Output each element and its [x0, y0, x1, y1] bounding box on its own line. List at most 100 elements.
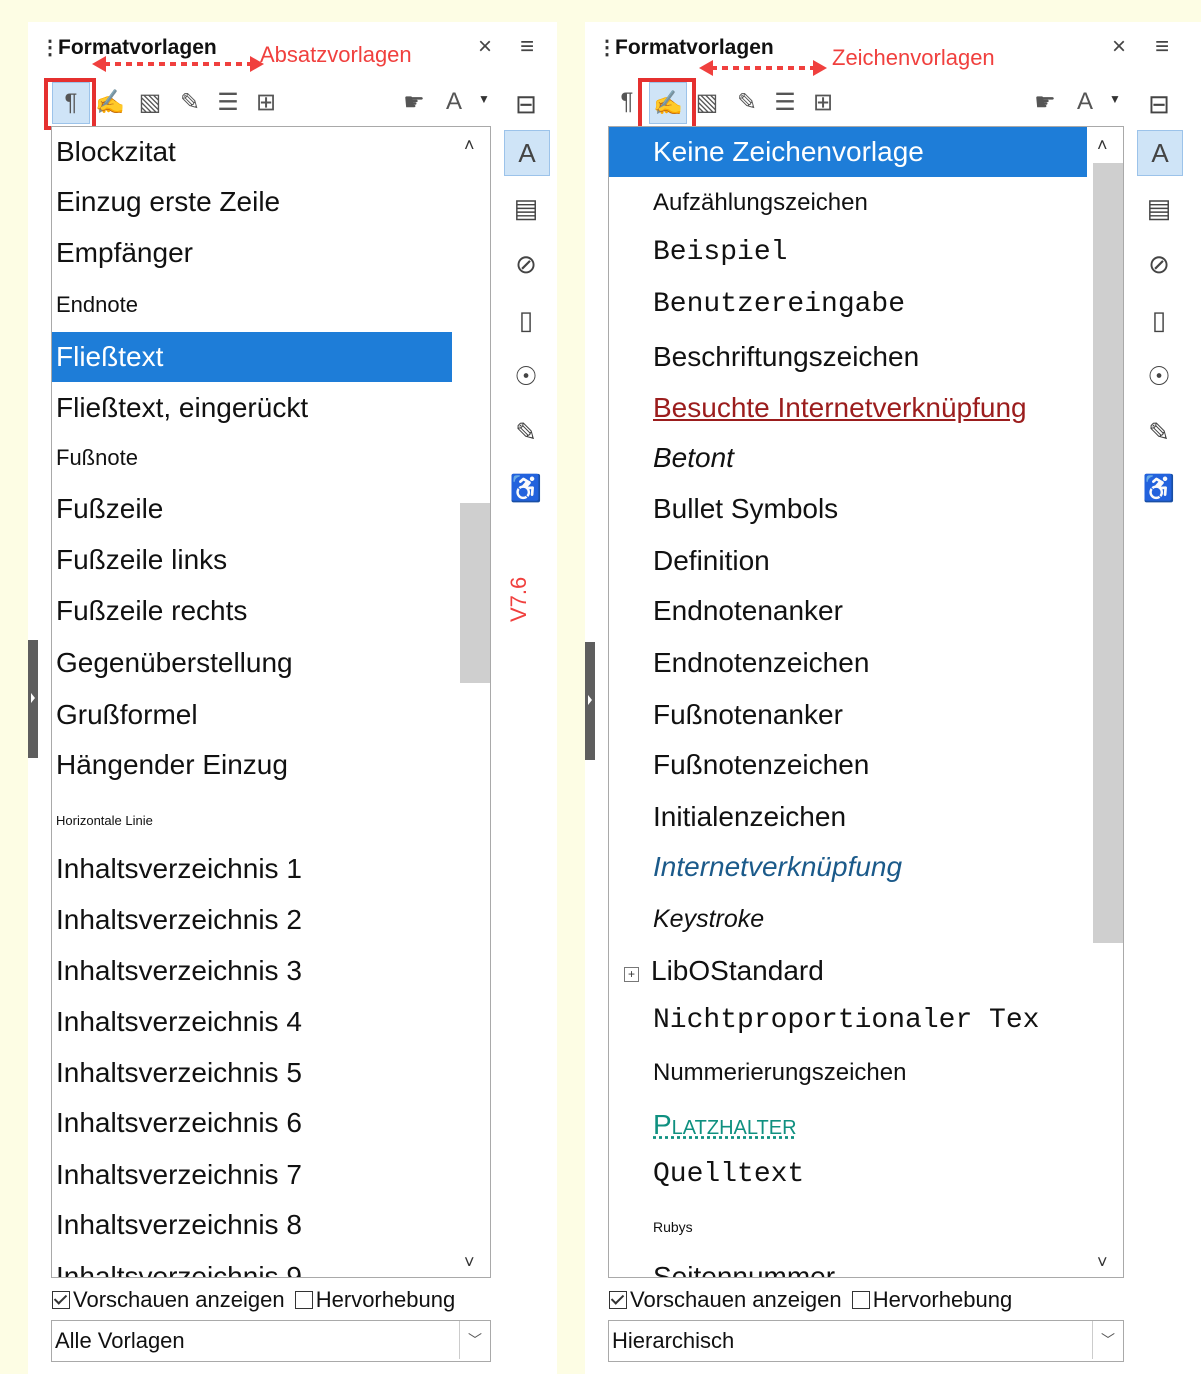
list-item[interactable]: + LibOStandard [609, 945, 1058, 997]
manage-changes-icon[interactable]: ✎ [1137, 410, 1181, 454]
grip-icon[interactable]: ⋮ [40, 35, 60, 60]
highlight-checkbox[interactable] [294, 1291, 313, 1309]
page-styles-icon[interactable]: ✎ [729, 82, 765, 122]
list-item[interactable]: Inhaltsverzeichnis 7 [52, 1149, 452, 1201]
preview-checkbox[interactable] [609, 1291, 627, 1309]
chevron-down-icon[interactable]: ▼ [478, 92, 490, 106]
list-item[interactable]: Inhaltsverzeichnis 2 [52, 895, 452, 945]
list-item[interactable]: Fußnote [52, 432, 452, 484]
properties-icon[interactable]: ⊟ [1137, 82, 1181, 126]
styles-list[interactable]: Keine Zeichenvorlage Aufzählungszeichen Be… [608, 126, 1124, 1278]
list-item[interactable]: Inhaltsverzeichnis 3 [52, 945, 452, 997]
list-item[interactable]: Endnotenanker [609, 585, 1087, 637]
list-item[interactable]: Nichtproportionaler Tex [609, 995, 1087, 1047]
list-item[interactable]: Benutzereingabe [609, 279, 1087, 331]
scrollbar-thumb[interactable] [460, 503, 490, 683]
styles-icon[interactable]: A [1137, 130, 1183, 176]
table-styles-icon[interactable]: ⊞ [248, 82, 284, 122]
list-item[interactable]: Fußzeile rechts [52, 585, 452, 637]
close-icon[interactable]: × [1112, 33, 1126, 61]
sidebar-collapse-handle[interactable] [28, 640, 38, 758]
list-item[interactable]: Inhaltsverzeichnis 6 [52, 1097, 452, 1149]
list-item[interactable]: Inhaltsverzeichnis 5 [52, 1047, 452, 1099]
style-inspector-icon[interactable]: ☉ [1137, 354, 1181, 398]
list-item[interactable]: Betont [609, 432, 1087, 484]
list-item[interactable]: Fußzeile [52, 483, 452, 535]
list-item[interactable]: Seitennummer [609, 1251, 1087, 1277]
fill-format-mode-icon[interactable]: ☛ [396, 82, 432, 122]
page-icon[interactable]: ▯ [1137, 298, 1181, 342]
list-item[interactable]: Inhaltsverzeichnis 1 [52, 843, 452, 895]
grip-icon[interactable]: ⋮ [597, 35, 617, 60]
list-item[interactable]: Inhaltsverzeichnis 4 [52, 997, 452, 1047]
list-item[interactable]: Platzhalter [609, 1099, 1087, 1151]
navigator-icon[interactable]: ⊘ [504, 242, 548, 286]
list-item[interactable]: Fußzeile links [52, 535, 452, 585]
chevron-down-icon[interactable]: ▼ [1109, 92, 1121, 106]
accessibility-check-icon[interactable]: ♿ [1137, 466, 1181, 510]
list-item[interactable]: Rubys [609, 1201, 1087, 1253]
page-icon[interactable]: ▯ [504, 298, 548, 342]
list-item[interactable]: Definition [609, 535, 1087, 587]
chevron-down-icon[interactable]: ˅ [464, 1252, 475, 1273]
list-item[interactable]: Nummerierungszeichen [609, 1047, 1087, 1099]
properties-icon[interactable]: ⊟ [504, 82, 548, 126]
character-styles-icon[interactable]: ✍ [92, 82, 128, 122]
list-item[interactable]: Grußformel [52, 689, 452, 741]
list-item[interactable]: Einzug erste Zeile [52, 177, 452, 227]
list-item[interactable]: Internetverknüpfung [609, 841, 1087, 893]
chevron-down-icon[interactable]: ﹀ [459, 1321, 490, 1359]
list-item[interactable]: Inhaltsverzeichnis 9 [52, 1251, 452, 1277]
list-item[interactable]: Keine Zeichenvorlage [609, 127, 1087, 177]
style-filter-select[interactable]: Hierarchisch ﹀ [608, 1320, 1124, 1362]
sidebar-collapse-handle[interactable] [585, 642, 595, 760]
list-item[interactable]: Fußnotenzeichen [609, 739, 1087, 791]
list-item[interactable]: Horizontale Linie [52, 795, 452, 847]
scrollbar[interactable]: ˄ ˅ [458, 127, 490, 1277]
table-styles-icon[interactable]: ⊞ [805, 82, 841, 122]
list-item[interactable]: Beschriftungszeichen [609, 332, 1087, 382]
gallery-icon[interactable]: ▤ [504, 186, 548, 230]
frame-styles-icon[interactable]: ▧ [132, 82, 168, 122]
scrollbar[interactable]: ˄ ˅ [1091, 127, 1123, 1277]
new-style-icon[interactable]: A [436, 82, 472, 122]
list-item[interactable]: Besuchte Internetverknüpfung [609, 383, 1087, 433]
new-style-icon[interactable]: A [1067, 82, 1103, 122]
list-item[interactable]: Aufzählungszeichen [609, 177, 1087, 229]
styles-icon[interactable]: A [504, 130, 550, 176]
list-item[interactable]: Hängender Einzug [52, 739, 452, 791]
chevron-down-icon[interactable]: ˅ [1097, 1252, 1108, 1273]
list-item[interactable]: Keystroke [609, 893, 1087, 945]
list-styles-icon[interactable]: ☰ [767, 82, 803, 122]
list-item[interactable]: Fließtext, eingerückt [52, 383, 452, 433]
styles-list[interactable]: Blockzitat Einzug erste Zeile Empfänger End… [51, 126, 491, 1278]
accessibility-check-icon[interactable]: ♿ [504, 466, 548, 510]
list-item[interactable]: Fließtext [52, 332, 452, 382]
list-styles-icon[interactable]: ☰ [210, 82, 246, 122]
list-item[interactable]: Fußnotenanker [609, 689, 1087, 741]
style-filter-select[interactable]: Alle Vorlagen ﹀ [51, 1320, 491, 1362]
list-item[interactable]: Bullet Symbols [609, 483, 1087, 535]
scrollbar-thumb[interactable] [1093, 163, 1123, 943]
style-inspector-icon[interactable]: ☉ [504, 354, 548, 398]
menu-icon[interactable]: ≡ [520, 33, 534, 61]
fill-format-mode-icon[interactable]: ☛ [1027, 82, 1063, 122]
list-item[interactable]: Inhaltsverzeichnis 8 [52, 1199, 452, 1251]
manage-changes-icon[interactable]: ✎ [504, 410, 548, 454]
navigator-icon[interactable]: ⊘ [1137, 242, 1181, 286]
chevron-up-icon[interactable]: ˄ [1097, 135, 1108, 156]
highlight-checkbox[interactable] [851, 1291, 870, 1309]
chevron-down-icon[interactable]: ﹀ [1092, 1321, 1123, 1359]
list-item[interactable]: Endnotenzeichen [609, 637, 1087, 689]
list-item[interactable]: Beispiel [609, 227, 1087, 279]
gallery-icon[interactable]: ▤ [1137, 186, 1181, 230]
preview-checkbox[interactable] [52, 1291, 70, 1309]
menu-icon[interactable]: ≡ [1155, 33, 1169, 61]
list-item[interactable]: Gegenüberstellung [52, 637, 452, 689]
page-styles-icon[interactable]: ✎ [172, 82, 208, 122]
expand-icon[interactable]: + [624, 967, 639, 982]
close-icon[interactable]: × [478, 33, 492, 61]
list-item[interactable]: Initialenzeichen [609, 791, 1087, 843]
chevron-up-icon[interactable]: ˄ [464, 135, 475, 156]
list-item[interactable]: Empfänger [52, 227, 452, 279]
